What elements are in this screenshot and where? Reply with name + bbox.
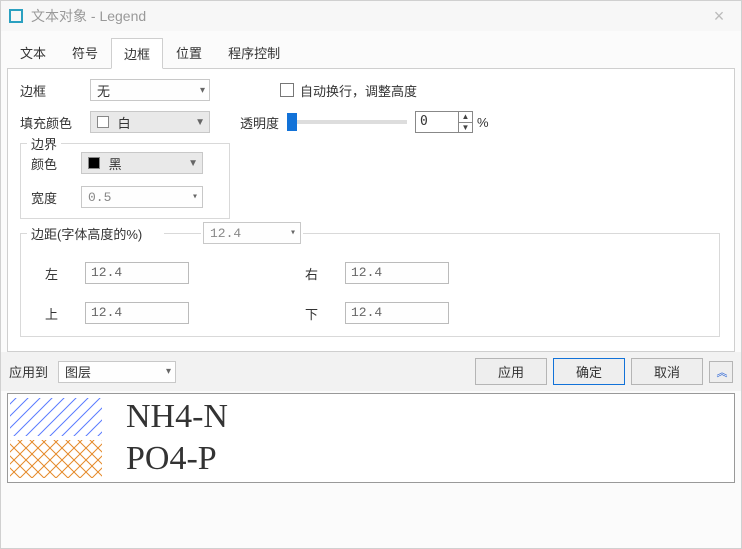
margin-left-input[interactable]: 12.4 <box>85 262 189 284</box>
autowrap-checkbox[interactable] <box>280 83 294 97</box>
spinner-up-icon[interactable]: ▲ <box>459 112 472 123</box>
dialog-window: 文本对象 - Legend × 文本 符号 边框 位置 程序控制 边框 无 ▾ … <box>0 0 742 549</box>
chevron-down-icon: ▼ <box>195 117 205 128</box>
boundary-group-label: 边界 <box>27 134 61 153</box>
tab-position[interactable]: 位置 <box>163 37 215 68</box>
boundary-color-swatch-icon <box>88 157 100 169</box>
legend-swatch-0 <box>10 398 102 436</box>
chevron-down-icon: ▾ <box>192 191 198 203</box>
autowrap-label: 自动换行，调整高度 <box>300 81 417 100</box>
tab-text[interactable]: 文本 <box>7 37 59 68</box>
margin-bottom-label: 下 <box>305 304 345 323</box>
tab-strip: 文本 符号 边框 位置 程序控制 <box>1 31 741 68</box>
legend-swatch-1 <box>10 440 102 478</box>
boundary-group: 边界 颜色 黑 ▼ 宽度 0.5 ▾ <box>20 143 230 219</box>
apply-to-select[interactable]: 图层 ▾ <box>58 361 176 383</box>
margin-top-label: 上 <box>45 304 85 323</box>
fill-select[interactable]: 白 ▼ <box>90 111 210 133</box>
bottom-bar: 应用到 图层 ▾ 应用 确定 取消 ︽ <box>1 352 741 391</box>
close-icon[interactable]: × <box>705 6 733 27</box>
boundary-width-value: 0.5 <box>88 190 111 205</box>
boundary-color-select[interactable]: 黑 ▼ <box>81 152 203 174</box>
collapse-button[interactable]: ︽ <box>709 361 733 383</box>
margins-group: 边距(字体高度的%) 12.4 ▾ 左 12.4 右 12.4 上 12.4 下 <box>20 233 720 337</box>
double-chevron-up-icon: ︽ <box>717 364 726 380</box>
legend-preview: NH4-N PO4-P <box>7 393 735 483</box>
tab-program[interactable]: 程序控制 <box>215 37 293 68</box>
apply-to-label: 应用到 <box>9 362 48 381</box>
boundary-width-label: 宽度 <box>31 188 81 207</box>
titlebar: 文本对象 - Legend × <box>1 1 741 31</box>
boundary-width-select[interactable]: 0.5 ▾ <box>81 186 203 208</box>
chevron-down-icon: ▾ <box>290 227 296 239</box>
boundary-color-label: 颜色 <box>31 154 81 173</box>
opacity-slider-thumb[interactable] <box>287 113 297 131</box>
opacity-input[interactable]: 0 ▲ ▼ <box>415 111 473 133</box>
chevron-down-icon: ▼ <box>188 158 198 169</box>
boundary-color-value: 黑 <box>109 157 122 172</box>
fill-swatch-icon <box>97 116 109 128</box>
tab-symbol[interactable]: 符号 <box>59 37 111 68</box>
legend-swatches <box>8 394 104 482</box>
opacity-value: 0 <box>416 112 458 132</box>
tab-border[interactable]: 边框 <box>111 38 163 69</box>
fill-select-value: 白 <box>118 116 131 131</box>
app-icon <box>9 9 23 23</box>
apply-to-value: 图层 <box>65 362 91 381</box>
margins-master-select[interactable]: 12.4 ▾ <box>203 222 301 244</box>
legend-labels: NH4-N PO4-P <box>104 394 734 482</box>
margin-right-input[interactable]: 12.4 <box>345 262 449 284</box>
margins-group-label: 边距(字体高度的%) <box>31 227 142 242</box>
ok-button[interactable]: 确定 <box>553 358 625 385</box>
border-select-value: 无 <box>97 81 110 100</box>
border-select[interactable]: 无 ▾ <box>90 79 210 101</box>
opacity-slider[interactable] <box>287 120 407 124</box>
fill-label: 填充颜色 <box>20 113 90 132</box>
chevron-down-icon: ▾ <box>200 85 205 96</box>
window-title: 文本对象 - Legend <box>31 6 705 26</box>
margins-master-value: 12.4 <box>210 226 241 241</box>
legend-label-0: NH4-N <box>126 396 734 439</box>
opacity-label: 透明度 <box>240 113 279 132</box>
tab-panel-border: 边框 无 ▾ 自动换行，调整高度 填充颜色 白 ▼ 透明度 <box>7 68 735 352</box>
opacity-unit: % <box>477 115 489 130</box>
margin-top-input[interactable]: 12.4 <box>85 302 189 324</box>
apply-button[interactable]: 应用 <box>475 358 547 385</box>
opacity-spinner[interactable]: ▲ ▼ <box>458 112 472 132</box>
spinner-down-icon[interactable]: ▼ <box>459 123 472 133</box>
chevron-down-icon: ▾ <box>166 366 171 377</box>
margin-left-label: 左 <box>45 264 85 283</box>
border-label: 边框 <box>20 81 90 100</box>
cancel-button[interactable]: 取消 <box>631 358 703 385</box>
margin-bottom-input[interactable]: 12.4 <box>345 302 449 324</box>
legend-label-1: PO4-P <box>126 438 734 481</box>
margin-right-label: 右 <box>305 264 345 283</box>
